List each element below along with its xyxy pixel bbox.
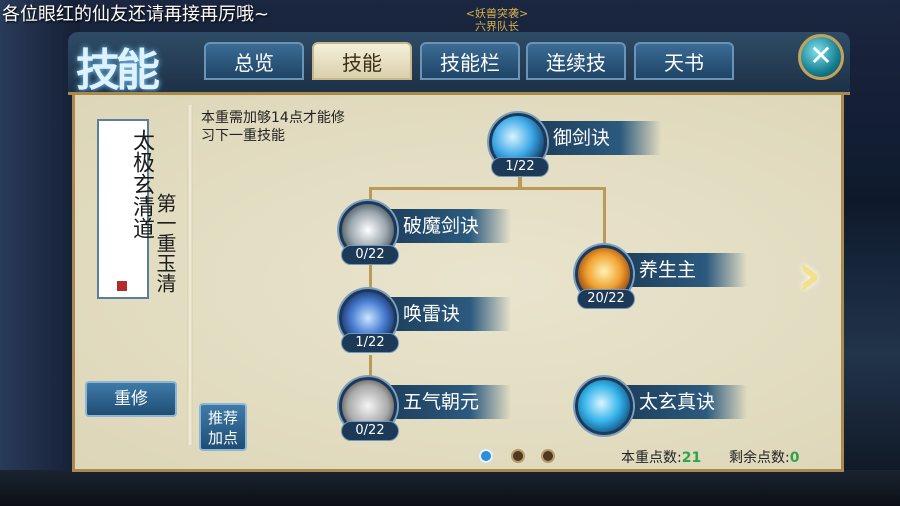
seal-icon [117,281,127,291]
panel-body: 太极玄清道 第一重玉清 重修 推荐 加点 本重需加够14点才能修习下一重技能 御… [72,92,844,472]
tier-points-value: 21 [681,450,702,466]
next-page-arrow-icon[interactable]: › [797,245,837,305]
skill-level: 1/22 [491,157,549,177]
skill-node-5[interactable]: 五气朝元 0/22 [339,377,519,447]
school-scroll: 太极玄清道 [97,119,154,299]
skill-node-6[interactable]: 太玄真诀 [575,377,755,447]
page-dot-3[interactable] [541,449,555,463]
requirement-notice: 本重需加够14点才能修习下一重技能 [201,110,345,144]
tier-label: 第一重玉清 [153,193,177,293]
skill-node-2[interactable]: 破魔剑诀 0/22 [339,201,519,271]
skill-name: 破魔剑诀 [403,215,480,237]
tier-points-label: 本重点数: [621,450,682,466]
tab-combo[interactable]: 连续技 [526,42,626,80]
remaining-points-label: 剩余点数: [729,450,790,466]
recommend-label-2: 加点 [207,429,238,447]
skill-panel: 技能 总览 技能 技能栏 连续技 天书 ✕ 太极玄清道 第一重玉清 重修 推荐 … [68,32,850,474]
tab-skills[interactable]: 技能 [312,42,412,80]
skill-name: 五气朝元 [403,391,480,413]
tab-overview[interactable]: 总览 [204,42,304,80]
skill-node-3[interactable]: 养生主 20/22 [575,245,755,315]
broadcast-message: 各位眼红的仙友还请再接再厉哦~ [2,4,270,25]
tree-connector [369,187,605,190]
xuan-icon [575,377,633,435]
skill-name: 太玄真诀 [639,391,716,413]
school-name: 太极玄清道 [129,129,154,239]
skill-name: 御剑诀 [553,127,611,149]
panel-header: 技能 总览 技能 技能栏 连续技 天书 ✕ [68,32,850,96]
recommend-points-button[interactable]: 推荐 加点 [199,403,247,451]
skill-name: 养生主 [639,259,697,281]
remaining-points: 剩余点数:0 [729,447,799,467]
recommend-label-1: 推荐 [207,409,238,427]
skill-node-1[interactable]: 御剑诀 1/22 [489,113,669,183]
tree-connector [603,187,606,245]
divider [187,105,193,445]
guild-tag: <妖兽突袭> [465,7,529,20]
remaining-points-value: 0 [789,450,800,466]
skill-name: 唤雷诀 [403,303,461,325]
close-button[interactable]: ✕ [798,34,844,80]
tab-heavenly-book[interactable]: 天书 [634,42,734,80]
tab-skill-bar[interactable]: 技能栏 [420,42,520,80]
tier-points: 本重点数:21 [621,447,701,467]
skill-level: 1/22 [341,333,399,353]
skill-level: 0/22 [341,245,399,265]
background-bottom [0,470,900,506]
rebuild-button[interactable]: 重修 [85,381,177,417]
skill-level: 20/22 [577,289,635,309]
skill-level: 0/22 [341,421,399,441]
skill-tree-area: 太极玄清道 第一重玉清 重修 推荐 加点 本重需加够14点才能修习下一重技能 御… [75,95,841,469]
page-dot-2[interactable] [511,449,525,463]
close-icon: ✕ [809,39,833,72]
skill-node-4[interactable]: 唤雷诀 1/22 [339,289,519,359]
page-dot-1[interactable] [479,449,493,463]
panel-title: 技能 [76,45,160,96]
